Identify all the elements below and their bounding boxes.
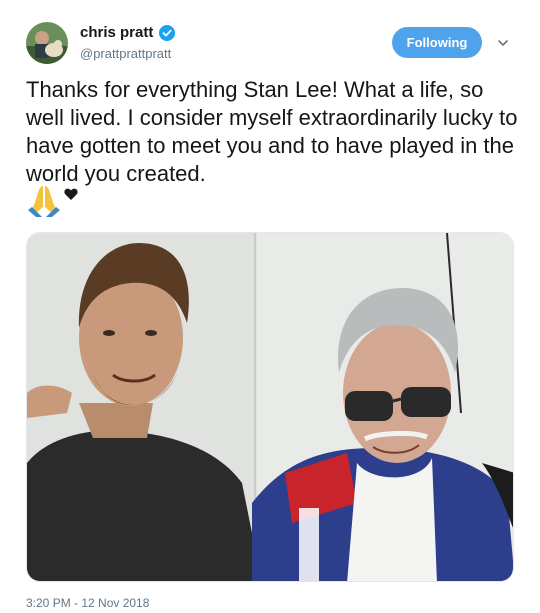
verified-badge-icon <box>159 24 176 41</box>
praying-hands-emoji-icon <box>26 183 62 222</box>
tweet-photo[interactable] <box>26 232 514 582</box>
display-name[interactable]: chris pratt <box>80 24 153 41</box>
tweet-text: Thanks for everything Stan Lee! What a l… <box>26 77 518 186</box>
user-handle[interactable]: @prattprattpratt <box>80 46 171 61</box>
avatar-image <box>26 22 68 64</box>
emoji-row <box>26 186 78 222</box>
following-button[interactable]: Following <box>392 27 482 58</box>
photo-image <box>27 233 513 581</box>
tweet-timestamp[interactable]: 3:20 PM - 12 Nov 2018 <box>26 596 149 610</box>
chevron-down-icon[interactable] <box>496 36 510 50</box>
tweet-card: chris pratt @prattprattpratt Following T… <box>0 0 540 613</box>
black-heart-emoji-icon <box>64 188 78 206</box>
name-row: chris pratt <box>80 24 176 41</box>
avatar[interactable] <box>26 22 68 64</box>
